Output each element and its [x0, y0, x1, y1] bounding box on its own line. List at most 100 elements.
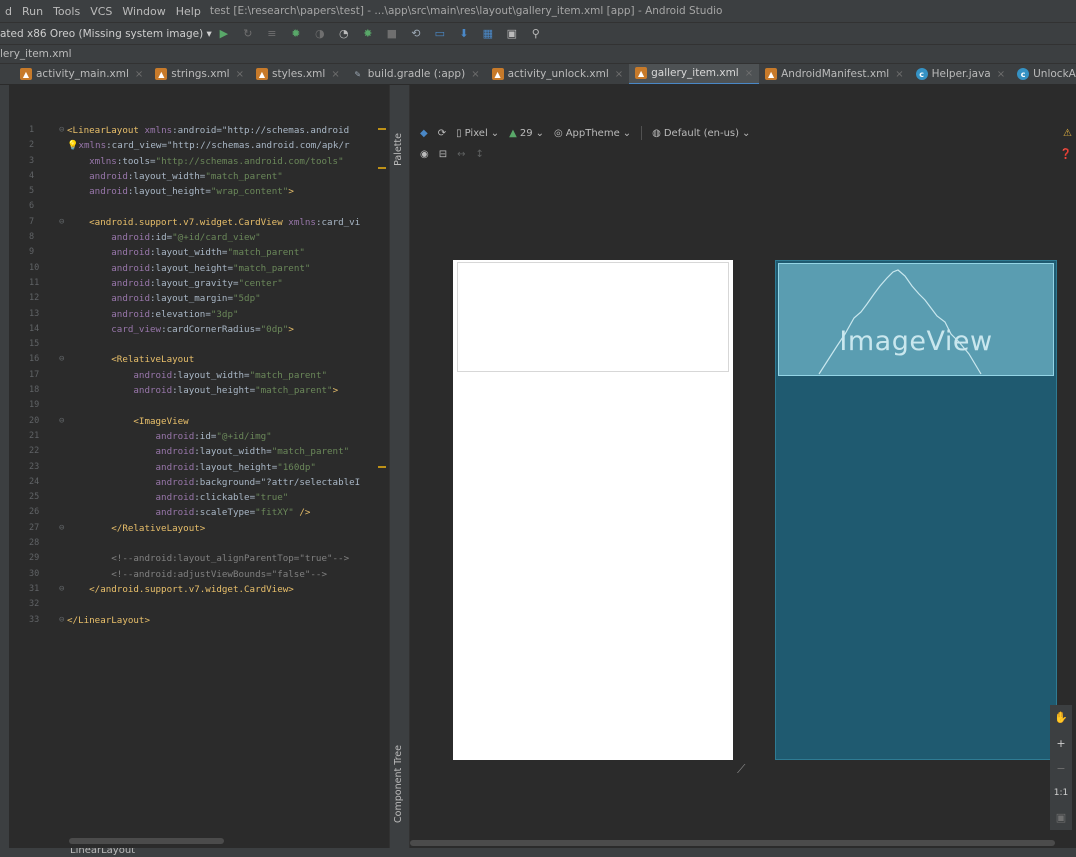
menu-window[interactable]: Window: [117, 5, 170, 18]
horizontal-constraint-icon[interactable]: ↔: [457, 149, 465, 160]
code-line[interactable]: android:layout_height="wrap_content">: [67, 184, 389, 199]
tab-helper-java[interactable]: c Helper.java ×: [910, 64, 1011, 84]
component-tree-tab[interactable]: Component Tree: [393, 745, 404, 823]
vertical-constraint-icon[interactable]: ↕: [476, 149, 484, 160]
blueprint-canvas[interactable]: ImageView: [775, 260, 1057, 760]
code-line[interactable]: android:layout_width="match_parent": [67, 245, 389, 260]
code-line[interactable]: [67, 597, 389, 612]
code-line[interactable]: android:layout_height="match_parent": [67, 261, 389, 276]
layers-icon[interactable]: ◆: [420, 128, 428, 139]
code-line[interactable]: android:id="@+id/img": [67, 429, 389, 444]
menu-vcs[interactable]: VCS: [85, 5, 117, 18]
code-line[interactable]: <android.support.v7.widget.CardView xmln…: [67, 215, 389, 230]
code-line[interactable]: android:id="@+id/card_view": [67, 230, 389, 245]
stop-icon[interactable]: ■: [385, 27, 399, 41]
zoom-out-button[interactable]: −: [1056, 762, 1065, 775]
close-icon[interactable]: ×: [997, 69, 1005, 80]
zoom-in-button[interactable]: +: [1056, 737, 1065, 750]
device-config-dropdown[interactable]: ated x86 Oreo (Missing system image) ▾: [0, 28, 212, 40]
menu-run[interactable]: Run: [17, 5, 48, 18]
fold-icon[interactable]: ⊖: [59, 123, 64, 138]
warning-marker[interactable]: [378, 167, 386, 169]
attach-debugger-icon[interactable]: ✸: [361, 27, 375, 41]
fold-icon[interactable]: ⊖: [59, 613, 64, 628]
avd-manager-icon[interactable]: ▭: [433, 27, 447, 41]
resize-handle-icon[interactable]: ⟋: [737, 762, 745, 777]
code-line[interactable]: <!--android:layout_alignParentTop="true"…: [67, 551, 389, 566]
code-line[interactable]: 💡xmlns:card_view="http://schemas.android…: [67, 138, 389, 153]
view-options-icon[interactable]: ◉: [420, 149, 429, 160]
imageview-blueprint[interactable]: ImageView: [778, 263, 1054, 376]
design-horizontal-scrollbar[interactable]: [410, 840, 1055, 846]
profile-icon[interactable]: ◔: [337, 27, 351, 41]
code-line[interactable]: android:layout_margin="5dp": [67, 291, 389, 306]
fold-icon[interactable]: ⊖: [59, 352, 64, 367]
code-line[interactable]: [67, 337, 389, 352]
code-line[interactable]: </LinearLayout>: [67, 613, 389, 628]
code-line[interactable]: android:layout_width="match_parent": [67, 444, 389, 459]
close-icon[interactable]: ×: [745, 68, 753, 79]
code-line[interactable]: <ImageView: [67, 414, 389, 429]
code-line[interactable]: xmlns:tools="http://schemas.android.com/…: [67, 154, 389, 169]
code-line[interactable]: [67, 536, 389, 551]
tab-android-manifest[interactable]: ▲ AndroidManifest.xml ×: [759, 64, 910, 84]
sync-icon[interactable]: ⟲: [409, 27, 423, 41]
menu-tools[interactable]: Tools: [48, 5, 85, 18]
code-editor[interactable]: 1 ⊖ 2 3 4 5 6 7 ⊖ 8 9 10 11 12 13 14 15 16 ⊖ 17 18 19 20 ⊖ 21 22 2…: [9, 85, 389, 848]
tab-gallery-item[interactable]: ▲ gallery_item.xml ×: [629, 64, 760, 84]
code-line[interactable]: android:layout_height="160dp": [67, 460, 389, 475]
apply-changes-icon[interactable]: ↻: [241, 27, 255, 41]
device-dropdown[interactable]: ▯ Pixel ⌄: [456, 128, 499, 139]
run-icon[interactable]: ▶: [217, 27, 231, 41]
locale-dropdown[interactable]: ◍ Default (en-us) ⌄: [652, 128, 750, 139]
menu-build[interactable]: d: [0, 5, 17, 18]
api-level-dropdown[interactable]: ▲ 29 ⌄: [509, 128, 544, 139]
blueprint-toggle-icon[interactable]: ⊟: [439, 149, 447, 160]
close-icon[interactable]: ×: [236, 69, 244, 80]
close-icon[interactable]: ×: [615, 69, 623, 80]
tab-activity-main[interactable]: ▲ activity_main.xml ×: [0, 64, 149, 84]
code-line[interactable]: [67, 398, 389, 413]
help-icon[interactable]: ❓: [1060, 149, 1072, 160]
tab-build-gradle[interactable]: ✎ build.gradle (:app) ×: [346, 64, 486, 84]
sdk-manager-icon[interactable]: ⬇: [457, 27, 471, 41]
close-icon[interactable]: ×: [471, 69, 479, 80]
code-line[interactable]: android:layout_gravity="center": [67, 276, 389, 291]
code-line[interactable]: android:elevation="3dp": [67, 307, 389, 322]
code-line[interactable]: </android.support.v7.widget.CardView>: [67, 582, 389, 597]
tab-activity-unlock[interactable]: ▲ activity_unlock.xml ×: [486, 64, 630, 84]
close-icon[interactable]: ×: [331, 69, 339, 80]
close-icon[interactable]: ×: [135, 69, 143, 80]
warning-marker[interactable]: [378, 466, 386, 468]
layout-inspector-icon[interactable]: ▣: [505, 27, 519, 41]
breadcrumb-file[interactable]: lery_item.xml: [0, 48, 72, 60]
code-line[interactable]: </RelativeLayout>: [67, 521, 389, 536]
editor-horizontal-scrollbar[interactable]: [69, 838, 224, 844]
warning-marker[interactable]: [378, 128, 386, 130]
zoom-to-fit-icon[interactable]: ▣: [1056, 811, 1066, 824]
debug-icon[interactable]: ✹: [289, 27, 303, 41]
code-line[interactable]: android:clickable="true": [67, 490, 389, 505]
search-icon[interactable]: ⚲: [529, 27, 543, 41]
code-line[interactable]: android:scaleType="fitXY" />: [67, 505, 389, 520]
tab-styles[interactable]: ▲ styles.xml ×: [250, 64, 346, 84]
project-structure-icon[interactable]: ▦: [481, 27, 495, 41]
apply-code-icon[interactable]: ≡: [265, 27, 279, 41]
fold-icon[interactable]: ⊖: [59, 215, 64, 230]
fold-icon[interactable]: ⊖: [59, 582, 64, 597]
close-icon[interactable]: ×: [895, 69, 903, 80]
code-line[interactable]: android:layout_width="match_parent": [67, 169, 389, 184]
zoom-actual-size-button[interactable]: 1:1: [1054, 788, 1068, 798]
code-area[interactable]: <LinearLayout xmlns:android="http://sche…: [67, 123, 389, 628]
tab-strings[interactable]: ▲ strings.xml ×: [149, 64, 250, 84]
code-line[interactable]: <LinearLayout xmlns:android="http://sche…: [67, 123, 389, 138]
code-line[interactable]: android:layout_height="match_parent">: [67, 383, 389, 398]
warning-icon[interactable]: ⚠: [1063, 128, 1072, 139]
code-line[interactable]: <RelativeLayout: [67, 352, 389, 367]
coverage-icon[interactable]: ◑: [313, 27, 327, 41]
tab-unlock-adapter-java[interactable]: c UnlockAdapter.java ×: [1011, 64, 1076, 84]
design-preview-canvas[interactable]: [453, 260, 733, 760]
fold-icon[interactable]: ⊖: [59, 521, 64, 536]
code-line[interactable]: card_view:cardCornerRadius="0dp">: [67, 322, 389, 337]
menu-help[interactable]: Help: [171, 5, 206, 18]
